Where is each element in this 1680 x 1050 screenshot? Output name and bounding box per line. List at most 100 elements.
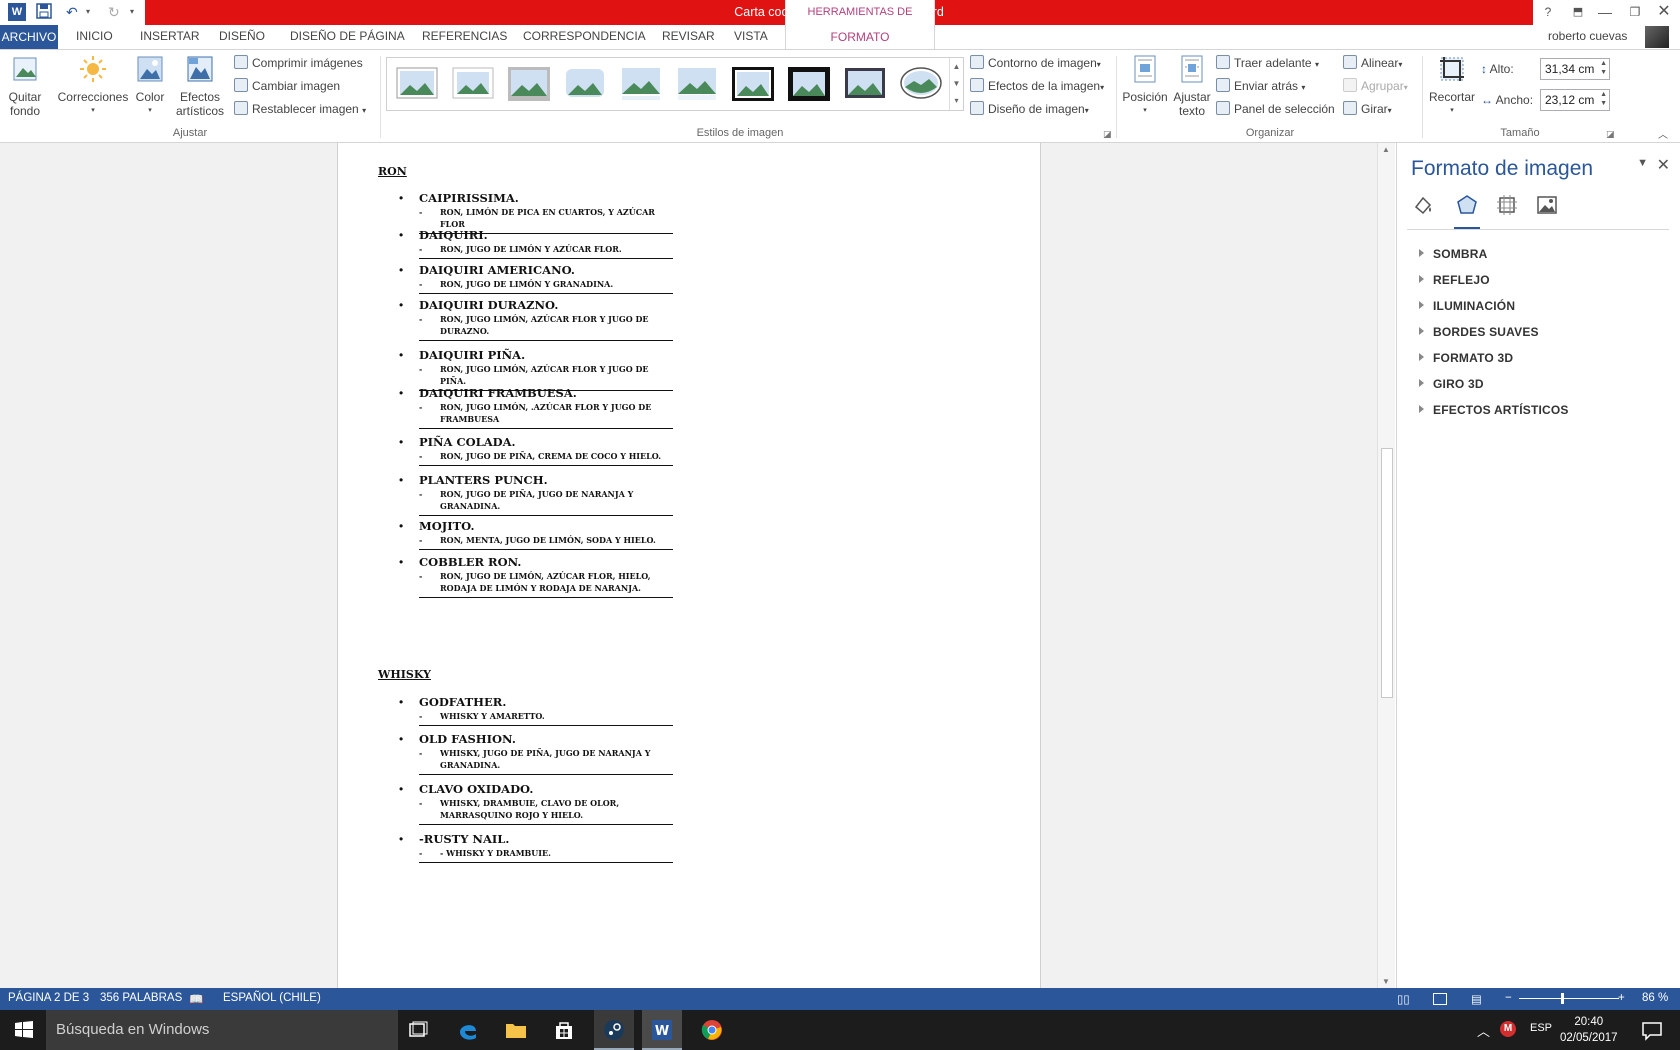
zoom-in-icon[interactable]: + (1618, 992, 1625, 1004)
undo-icon[interactable]: ↶ (66, 3, 78, 21)
file-explorer-icon[interactable] (504, 1018, 528, 1042)
bring-forward-button[interactable]: Traer adelante ▾ (1216, 54, 1319, 72)
word-count[interactable]: 356 PALABRAS (100, 992, 182, 1004)
spin-down-icon[interactable]: ▼ (1600, 100, 1607, 107)
style-thumb-8[interactable] (787, 65, 831, 103)
zoom-slider[interactable] (1519, 998, 1619, 999)
scroll-down-icon[interactable]: ▼ (1382, 977, 1390, 986)
tab-correspondencia[interactable]: CORRESPONDENCIA (523, 29, 646, 43)
print-layout-icon[interactable] (1433, 993, 1447, 1005)
ribbon-display-options-icon[interactable]: ⬒ (1565, 2, 1591, 22)
notifications-icon[interactable] (1640, 1018, 1664, 1042)
compress-pictures-button[interactable]: Comprimir imágenes (234, 54, 363, 72)
dialog-launcher-icon[interactable]: ◪ (1103, 129, 1112, 140)
zoom-level[interactable]: 86 % (1642, 992, 1668, 1004)
edge-icon[interactable] (456, 1018, 480, 1042)
picture-border-button[interactable]: Contorno de imagen▾ (970, 54, 1101, 72)
avatar[interactable] (1645, 26, 1669, 48)
close-button[interactable]: ✕ (1651, 2, 1677, 22)
layout-properties-icon[interactable] (1495, 193, 1519, 217)
vertical-scrollbar[interactable]: ▲ ▼ (1377, 143, 1395, 988)
proofing-icon[interactable]: 📖 (189, 992, 203, 1006)
pane-section[interactable]: ILUMINACIÓN (1419, 299, 1515, 313)
style-thumb-10[interactable] (899, 65, 943, 103)
change-picture-button[interactable]: Cambiar imagen (234, 77, 340, 95)
input-language[interactable]: ESP (1530, 1022, 1552, 1034)
pane-section[interactable]: BORDES SUAVES (1419, 325, 1539, 339)
gallery-more-icon[interactable]: ▾ (950, 92, 963, 109)
user-name[interactable]: roberto cuevas (1548, 29, 1627, 43)
tray-overflow-icon[interactable]: ︿ (1477, 1021, 1490, 1040)
pane-section[interactable]: FORMATO 3D (1419, 351, 1513, 365)
collapse-ribbon-icon[interactable]: ︿ (1658, 126, 1668, 141)
style-thumb-7[interactable] (731, 65, 775, 103)
pane-options-icon[interactable]: ▼ (1637, 157, 1648, 169)
style-thumb-6[interactable] (675, 65, 719, 103)
style-thumb-2[interactable] (451, 65, 495, 103)
read-mode-icon[interactable]: ▯▯ (1397, 992, 1410, 1006)
artistic-effects-button[interactable]: Efectos artísticos (170, 55, 230, 118)
style-thumb-5[interactable] (619, 65, 663, 103)
tab-revisar[interactable]: REVISAR (662, 29, 715, 43)
width-input[interactable]: 23,12 cm ▲ ▼ (1540, 89, 1610, 111)
align-button[interactable]: Alinear▾ (1343, 54, 1402, 72)
position-button[interactable]: Posición ▾ (1120, 55, 1170, 118)
scrollbar-thumb[interactable] (1381, 448, 1393, 698)
document-page[interactable]: RON • CAIPIRISSIMA. - RON, LIMÓN DE PICA EN … (337, 143, 1041, 988)
pane-section[interactable]: SOMBRA (1419, 247, 1488, 261)
document-area[interactable]: RON • CAIPIRISSIMA. - RON, LIMÓN DE PICA EN … (0, 143, 1380, 988)
scroll-up-icon[interactable]: ▲ (1382, 145, 1390, 154)
gallery-scroll[interactable]: ▲ ▼ ▾ (949, 58, 963, 110)
tab-insertar[interactable]: INSERTAR (140, 29, 200, 43)
rotate-button[interactable]: Girar▾ (1343, 100, 1392, 118)
spin-up-icon[interactable]: ▲ (1600, 91, 1607, 98)
steam-taskbar-button[interactable] (594, 1010, 634, 1050)
corrections-button[interactable]: Correcciones ▾ (56, 55, 130, 118)
clock[interactable]: 20:40 02/05/2017 (1560, 1014, 1618, 1046)
restore-button[interactable]: ❐ (1622, 2, 1648, 22)
selection-pane-button[interactable]: Panel de selección (1216, 100, 1335, 118)
zoom-slider-thumb[interactable] (1561, 993, 1564, 1004)
zoom-out-icon[interactable]: − (1505, 992, 1512, 1004)
picture-icon[interactable] (1535, 193, 1559, 217)
web-layout-icon[interactable]: ▤ (1471, 992, 1482, 1006)
tab-referencias[interactable]: REFERENCIAS (422, 29, 507, 43)
minimize-button[interactable]: — (1592, 2, 1618, 22)
crop-button[interactable]: Recortar ▾ (1426, 55, 1478, 118)
word-taskbar-button[interactable]: W (642, 1010, 682, 1050)
group-button[interactable]: Agrupar▾ (1343, 77, 1408, 95)
style-thumb-9[interactable] (843, 65, 887, 103)
tab-diseno[interactable]: DISEÑO (219, 29, 265, 43)
fill-line-icon[interactable] (1411, 193, 1435, 217)
gallery-down-icon[interactable]: ▼ (950, 75, 963, 92)
pane-section[interactable]: GIRO 3D (1419, 377, 1484, 391)
height-input[interactable]: 31,34 cm ▲ ▼ (1540, 58, 1610, 80)
tab-formato[interactable]: FORMATO (785, 25, 935, 49)
spin-up-icon[interactable]: ▲ (1600, 60, 1607, 67)
redo-icon[interactable]: ↻ (108, 3, 120, 21)
effects-pentagon-icon[interactable] (1455, 193, 1479, 217)
windows-start-icon[interactable] (12, 1018, 36, 1042)
style-thumb-1[interactable] (395, 65, 439, 103)
picture-layout-button[interactable]: Diseño de imagen▾ (970, 100, 1089, 118)
tray-app-icon[interactable]: M (1500, 1021, 1516, 1037)
pane-section[interactable]: REFLEJO (1419, 273, 1490, 287)
language[interactable]: ESPAÑOL (CHILE) (223, 992, 321, 1004)
pane-close-icon[interactable]: ✕ (1657, 155, 1670, 175)
style-thumb-3[interactable] (507, 65, 551, 103)
gallery-up-icon[interactable]: ▲ (950, 58, 963, 75)
send-backward-button[interactable]: Enviar atrás ▾ (1216, 77, 1305, 95)
undo-dropdown-icon[interactable]: ▾ (86, 3, 90, 21)
page-count[interactable]: PÁGINA 2 DE 3 (8, 992, 89, 1004)
picture-styles-gallery[interactable]: ▲ ▼ ▾ (386, 57, 964, 111)
color-button[interactable]: Color ▾ (132, 55, 168, 118)
customize-qat-icon[interactable]: ▾ (130, 3, 134, 21)
taskbar-search[interactable]: Búsqueda en Windows (46, 1010, 398, 1050)
tab-archivo[interactable]: ARCHIVO (0, 25, 58, 49)
pane-section[interactable]: EFECTOS ARTÍSTICOS (1419, 403, 1569, 417)
chrome-icon[interactable] (700, 1018, 724, 1042)
style-thumb-4[interactable] (563, 65, 607, 103)
picture-effects-button[interactable]: Efectos de la imagen▾ (970, 77, 1104, 95)
tab-diseno-de-pagina[interactable]: DISEÑO DE PÁGINA (290, 29, 405, 43)
dialog-launcher-icon[interactable]: ◪ (1606, 129, 1615, 140)
